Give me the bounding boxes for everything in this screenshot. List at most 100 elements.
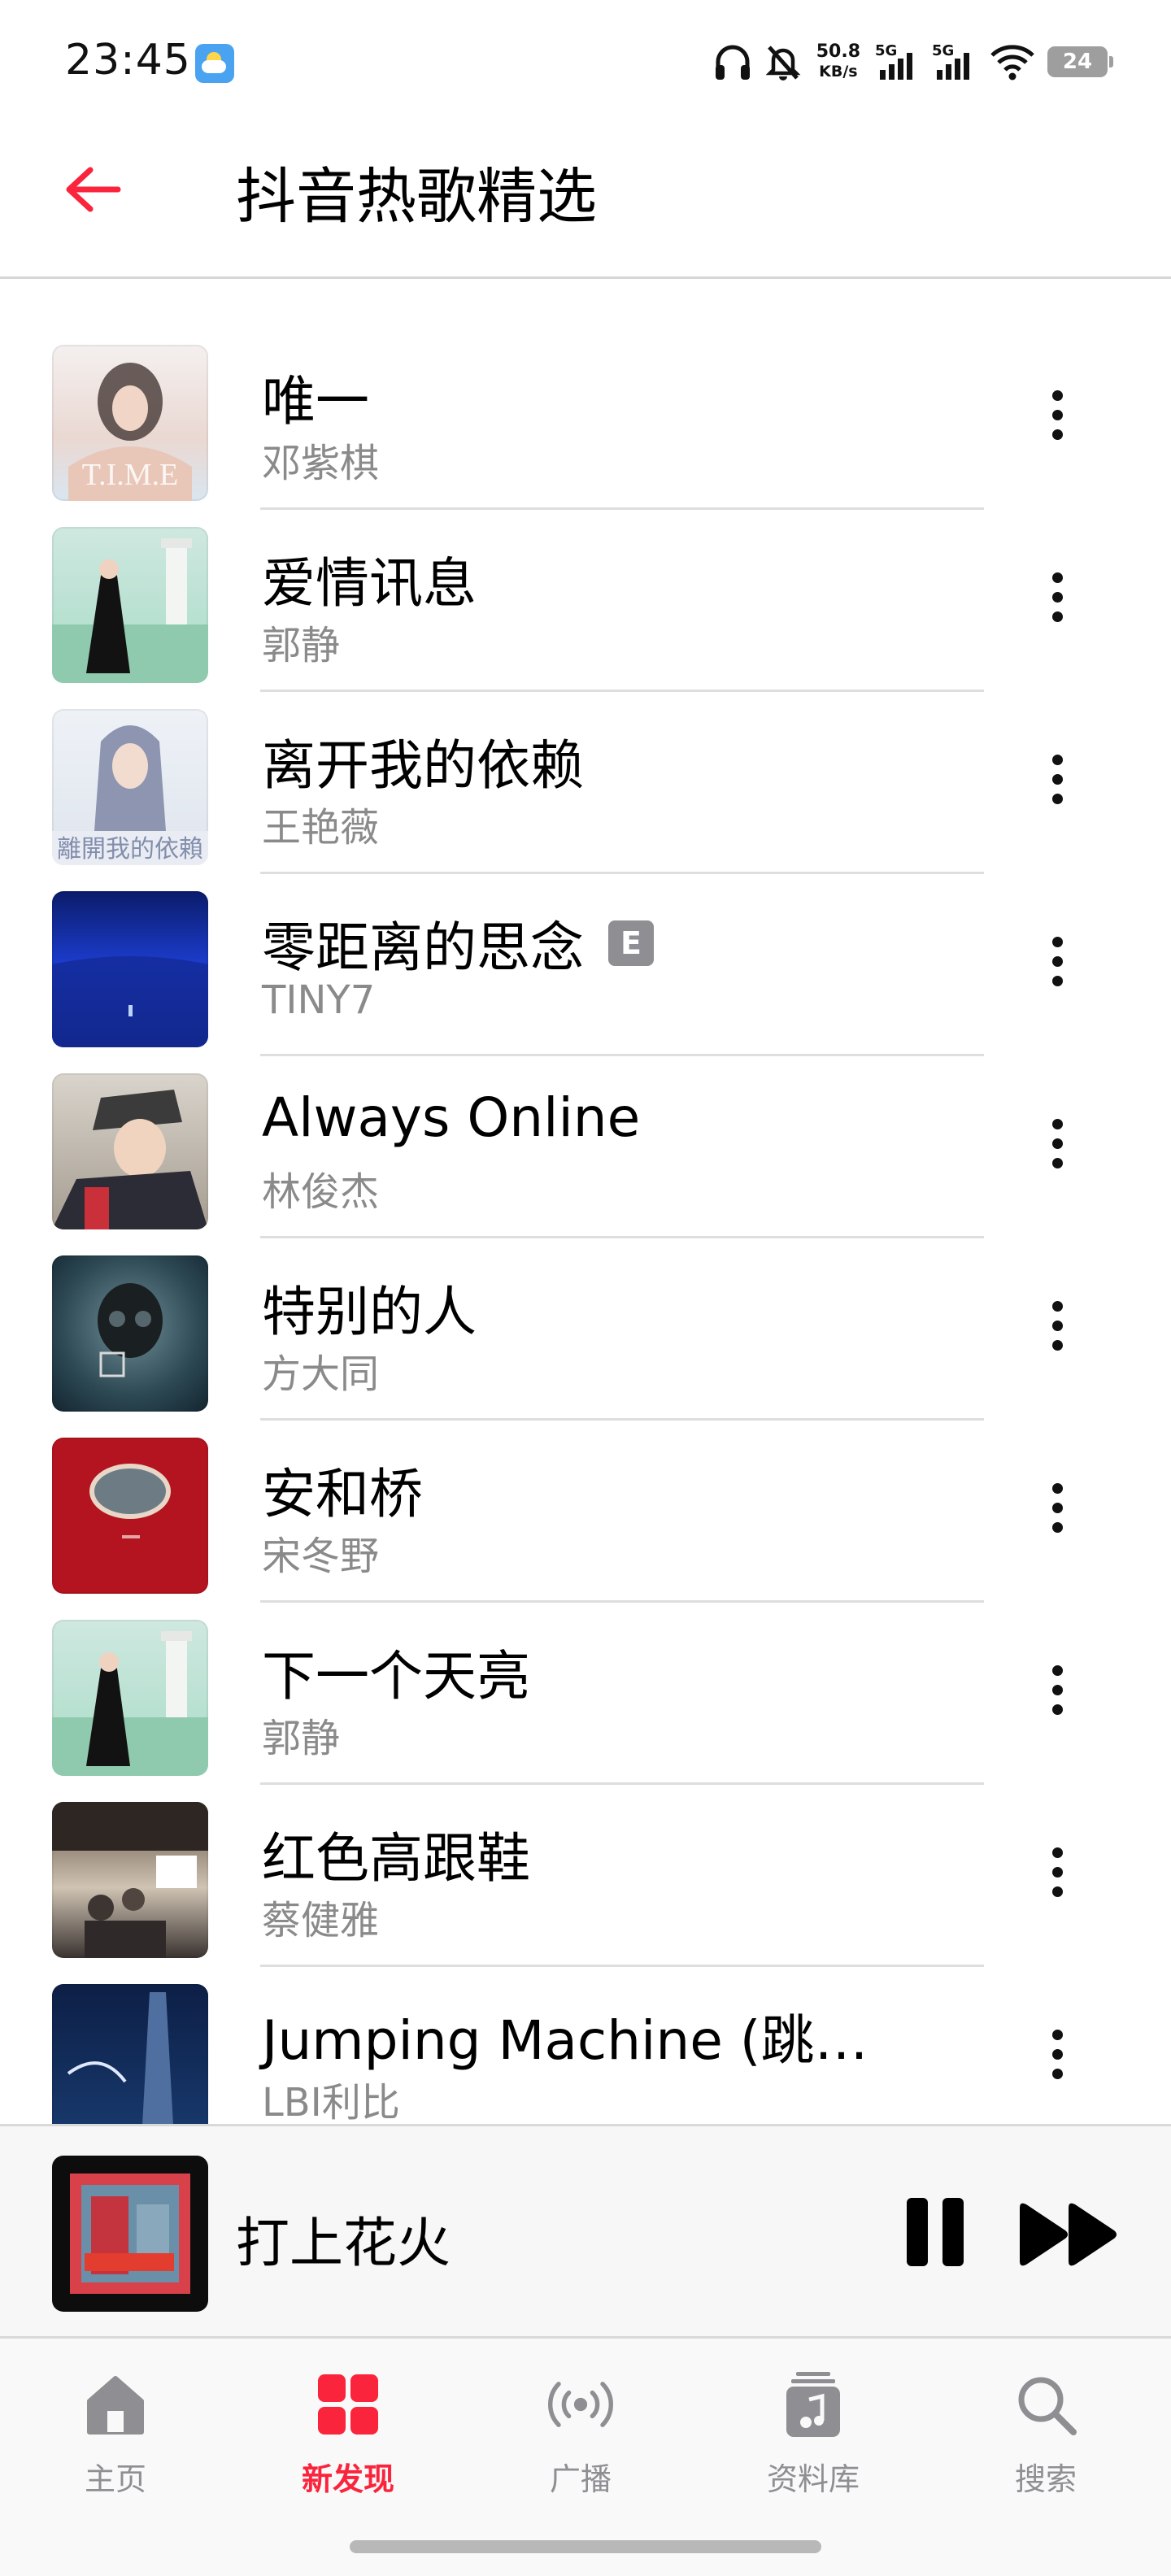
more-options-button[interactable] bbox=[1033, 2013, 1082, 2095]
song-info: 零距离的思念 E TINY7 bbox=[260, 872, 984, 1056]
status-time: 23:45 bbox=[65, 36, 191, 85]
song-list[interactable]: T.I.M.E 唯一 邓紫棋 爱情讯息 郭静 離開我的依賴 离开我的依赖 王艳薇… bbox=[0, 325, 1171, 2124]
song-title-text: 零距离的思念 bbox=[262, 916, 584, 979]
song-title: Always Online bbox=[262, 1086, 640, 1149]
network-speed-value: 50.8 bbox=[816, 41, 860, 62]
mini-player[interactable]: 打上花火 bbox=[0, 2124, 1171, 2339]
song-artist: 邓紫棋 bbox=[262, 441, 380, 486]
album-art-image bbox=[70, 2174, 190, 2294]
more-options-button[interactable] bbox=[1033, 738, 1082, 820]
song-row[interactable]: 红色高跟鞋 蔡健雅 bbox=[0, 1782, 1171, 1967]
more-options-button[interactable] bbox=[1033, 1285, 1082, 1366]
song-row[interactable]: T.I.M.E 唯一 邓紫棋 bbox=[0, 325, 1171, 510]
home-icon bbox=[79, 2368, 152, 2441]
album-art-image bbox=[67, 1992, 173, 2124]
song-info: 红色高跟鞋 蔡健雅 bbox=[260, 1782, 984, 1967]
song-title: 红色高跟鞋 bbox=[262, 1815, 530, 1893]
tab-search[interactable]: 搜索 bbox=[964, 2368, 1127, 2506]
song-row[interactable]: 特别的人 方大同 bbox=[0, 1236, 1171, 1421]
tab-library[interactable]: 资料库 bbox=[732, 2368, 895, 2506]
more-options-button[interactable] bbox=[1033, 1831, 1082, 1912]
more-options-button[interactable] bbox=[1033, 1467, 1082, 1548]
page-title: 抖音热歌精选 bbox=[236, 162, 597, 232]
more-options-button[interactable] bbox=[1033, 556, 1082, 637]
more-options-button[interactable] bbox=[1033, 374, 1082, 455]
album-cover bbox=[52, 1802, 208, 1958]
tab-radio[interactable]: 广播 bbox=[499, 2368, 662, 2506]
home-indicator[interactable] bbox=[350, 2540, 821, 2553]
more-options-button[interactable] bbox=[1033, 1649, 1082, 1730]
song-title-text: 唯一 bbox=[262, 370, 369, 433]
song-title: 零距离的思念 E bbox=[262, 904, 654, 982]
album-cover bbox=[52, 891, 208, 1047]
song-row[interactable]: Always Online 林俊杰 bbox=[0, 1054, 1171, 1238]
song-title: 唯一 bbox=[262, 358, 369, 436]
explicit-badge: E bbox=[608, 920, 654, 966]
album-art-image bbox=[52, 1090, 208, 1229]
album-art-image: T.I.M.E bbox=[68, 363, 192, 501]
tab-home[interactable]: 主页 bbox=[34, 2368, 197, 2506]
svg-text:離開我的依賴: 離開我的依賴 bbox=[57, 835, 203, 864]
album-cover: 離開我的依賴 bbox=[52, 709, 208, 865]
song-info: 离开我的依赖 王艳薇 bbox=[260, 690, 984, 874]
song-row[interactable]: Jumping Machine (跳… LBI利比 bbox=[0, 1965, 1171, 2124]
song-title-text: 下一个天亮 bbox=[262, 1645, 530, 1708]
tab-label: 搜索 bbox=[1014, 2461, 1077, 2497]
album-cover bbox=[52, 1438, 208, 1594]
song-artist: TINY7 bbox=[262, 977, 376, 1023]
song-artist: 王艳薇 bbox=[262, 805, 380, 851]
song-title: 离开我的依赖 bbox=[262, 722, 584, 800]
song-info: 下一个天亮 郭静 bbox=[260, 1600, 984, 1785]
song-artist: 蔡健雅 bbox=[262, 1898, 380, 1943]
song-row[interactable]: 下一个天亮 郭静 bbox=[0, 1600, 1171, 1785]
more-options-button[interactable] bbox=[1033, 920, 1082, 1002]
next-track-button[interactable] bbox=[1016, 2200, 1122, 2269]
album-cover bbox=[52, 1620, 208, 1776]
tab-label: 新发现 bbox=[301, 2461, 394, 2497]
album-cover bbox=[52, 1073, 208, 1229]
wifi-icon bbox=[990, 45, 1034, 80]
song-info: Always Online 林俊杰 bbox=[260, 1054, 984, 1238]
song-row[interactable]: 爱情讯息 郭静 bbox=[0, 507, 1171, 692]
album-cover bbox=[52, 1984, 208, 2124]
tab-discover[interactable]: 新发现 bbox=[267, 2368, 429, 2506]
album-cover: T.I.M.E bbox=[52, 345, 208, 501]
song-row[interactable]: 安和桥 宋冬野 bbox=[0, 1418, 1171, 1603]
back-button[interactable] bbox=[57, 154, 127, 224]
song-info: Jumping Machine (跳… LBI利比 bbox=[260, 1965, 984, 2124]
library-icon bbox=[777, 2368, 850, 2441]
battery-indicator: 24 bbox=[1047, 46, 1113, 77]
search-icon bbox=[1009, 2368, 1082, 2441]
song-row[interactable]: 零距离的思念 E TINY7 bbox=[0, 872, 1171, 1056]
signal-icon-sim1: 5G bbox=[875, 42, 921, 81]
tab-label: 资料库 bbox=[766, 2461, 860, 2497]
album-art-image bbox=[98, 1283, 163, 1377]
song-artist: LBI利比 bbox=[262, 2080, 400, 2124]
song-title-text: 离开我的依赖 bbox=[262, 734, 584, 797]
song-artist: 宋冬野 bbox=[262, 1534, 380, 1579]
radio-icon bbox=[544, 2368, 617, 2441]
song-title-text: 特别的人 bbox=[262, 1281, 477, 1343]
pause-button[interactable] bbox=[903, 2198, 968, 2269]
album-art-image bbox=[89, 1464, 171, 1538]
song-title: 下一个天亮 bbox=[262, 1633, 530, 1711]
song-title-text: Jumping Machine (跳… bbox=[262, 2009, 868, 2072]
song-title: 特别的人 bbox=[262, 1268, 477, 1347]
album-art-image bbox=[52, 538, 208, 683]
back-arrow-icon bbox=[66, 167, 121, 212]
song-info: 安和桥 宋冬野 bbox=[260, 1418, 984, 1603]
song-title-text: 安和桥 bbox=[262, 1463, 423, 1525]
song-title: 安和桥 bbox=[262, 1451, 423, 1529]
song-title: 爱情讯息 bbox=[262, 540, 477, 618]
headphones-icon bbox=[715, 45, 750, 80]
network-speed: 50.8 KB/s bbox=[816, 42, 860, 81]
more-options-button[interactable] bbox=[1033, 1103, 1082, 1184]
weather-icon bbox=[195, 44, 234, 83]
fast-forward-icon bbox=[1020, 2203, 1117, 2266]
song-row[interactable]: 離開我的依賴 离开我的依赖 王艳薇 bbox=[0, 690, 1171, 874]
status-icons: 50.8 KB/s 5G 5G 24 bbox=[712, 36, 1113, 88]
grid-icon bbox=[311, 2368, 385, 2441]
album-art-image bbox=[52, 956, 208, 1047]
status-bar: 23:45 50.8 KB/s 5G 5G 24 bbox=[0, 0, 1171, 122]
now-playing-cover bbox=[52, 2156, 208, 2312]
